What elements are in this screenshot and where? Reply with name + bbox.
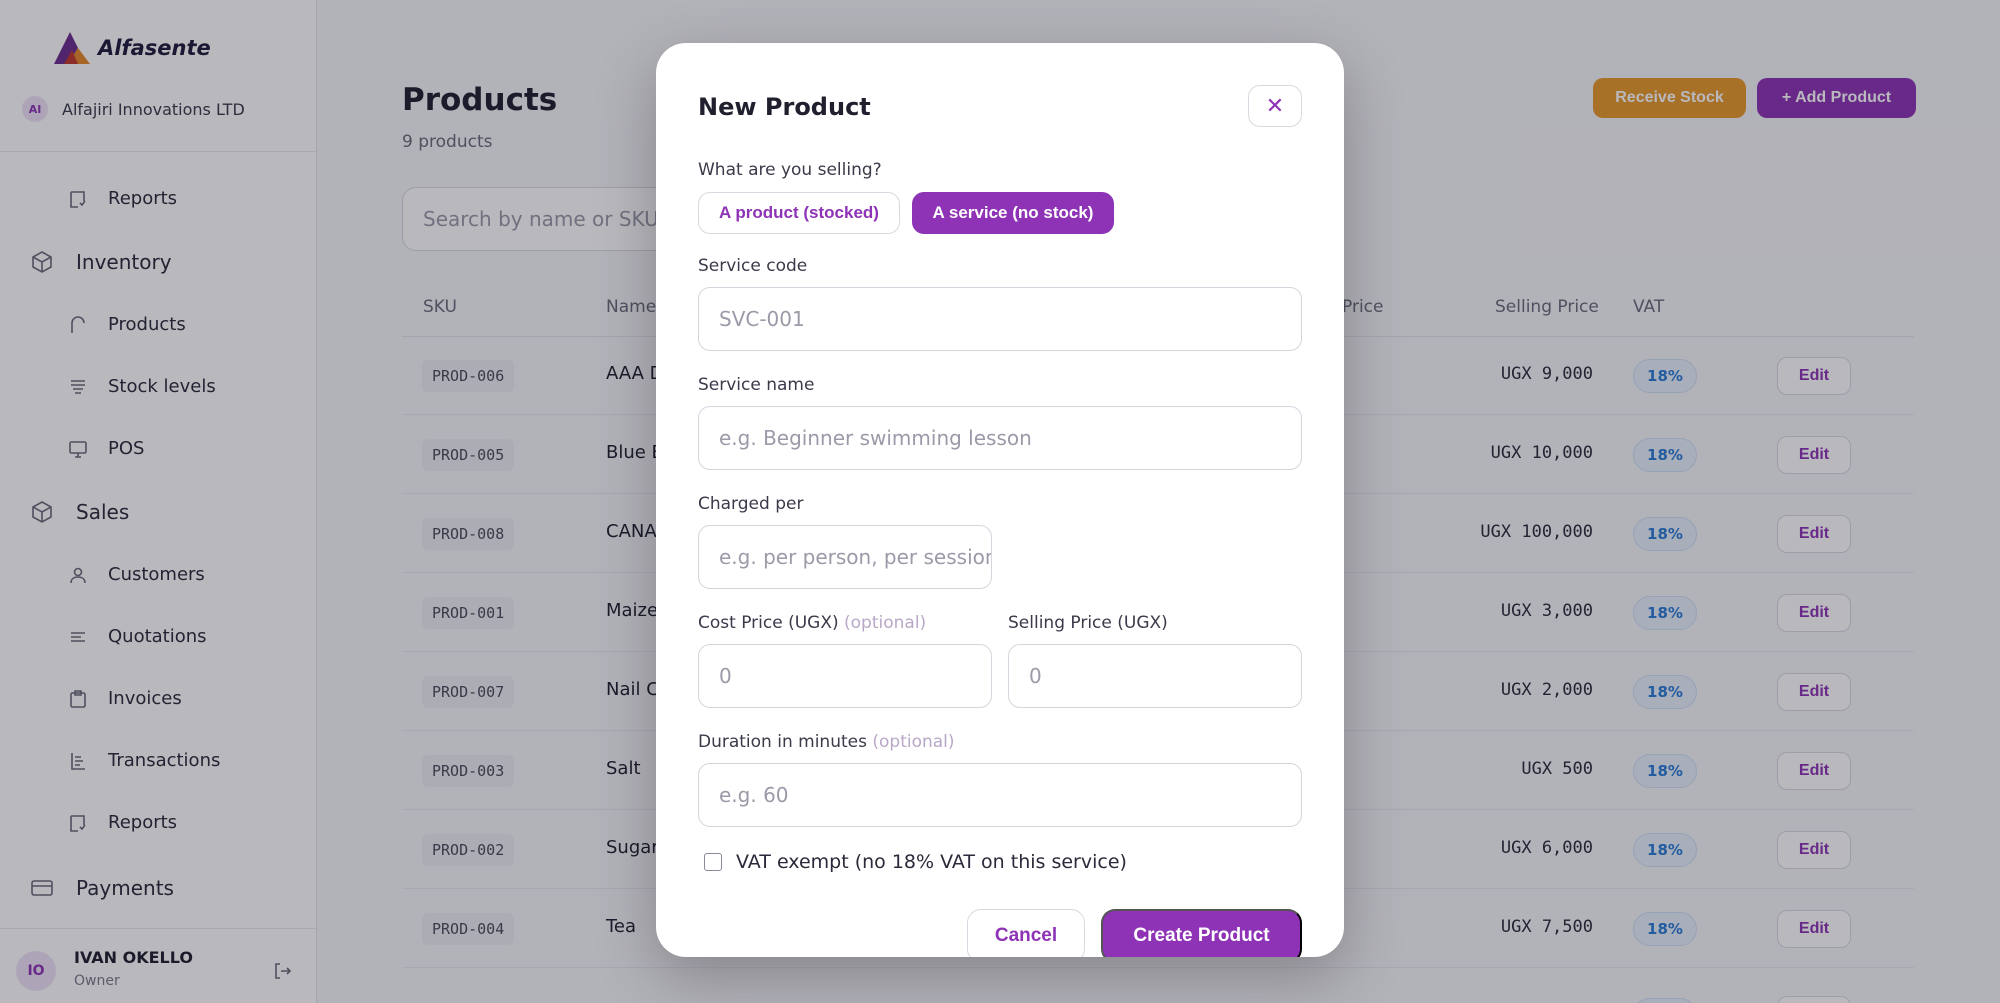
selling-price-label: Selling Price (UGX): [1008, 613, 1168, 633]
close-icon: ✕: [1265, 93, 1285, 118]
optional-hint: (optional): [844, 613, 927, 633]
charged-per-label: Charged per: [698, 494, 804, 514]
create-product-button[interactable]: Create Product: [1101, 909, 1302, 957]
option-product-stocked[interactable]: A product (stocked): [698, 192, 900, 234]
duration-label-text: Duration in minutes: [698, 732, 867, 752]
duration-field[interactable]: e.g. 60: [698, 763, 1302, 827]
optional-hint: (optional): [872, 732, 955, 752]
dialog-title: New Product: [698, 93, 871, 121]
cost-price-label-text: Cost Price (UGX): [698, 613, 839, 633]
duration-label: Duration in minutes (optional): [698, 732, 955, 752]
vat-exempt-row[interactable]: VAT exempt (no 18% VAT on this service): [704, 851, 1127, 873]
charged-per-field[interactable]: e.g. per person, per session,: [698, 525, 992, 589]
service-code-field[interactable]: SVC-001: [698, 287, 1302, 351]
option-service-no-stock[interactable]: A service (no stock): [912, 192, 1114, 234]
service-code-label: Service code: [698, 256, 808, 276]
cost-price-label: Cost Price (UGX) (optional): [698, 613, 926, 633]
service-name-label: Service name: [698, 375, 815, 395]
cancel-button[interactable]: Cancel: [967, 909, 1085, 957]
selling-price-field[interactable]: 0: [1008, 644, 1302, 708]
close-button[interactable]: ✕: [1248, 85, 1302, 127]
cost-price-field[interactable]: 0: [698, 644, 992, 708]
vat-exempt-checkbox[interactable]: [704, 853, 722, 871]
vat-exempt-label: VAT exempt (no 18% VAT on this service): [736, 851, 1127, 873]
service-name-field[interactable]: e.g. Beginner swimming lesson: [698, 406, 1302, 470]
new-product-dialog: New Product ✕ What are you selling? A pr…: [656, 43, 1344, 957]
selling-type-label: What are you selling?: [698, 160, 882, 180]
